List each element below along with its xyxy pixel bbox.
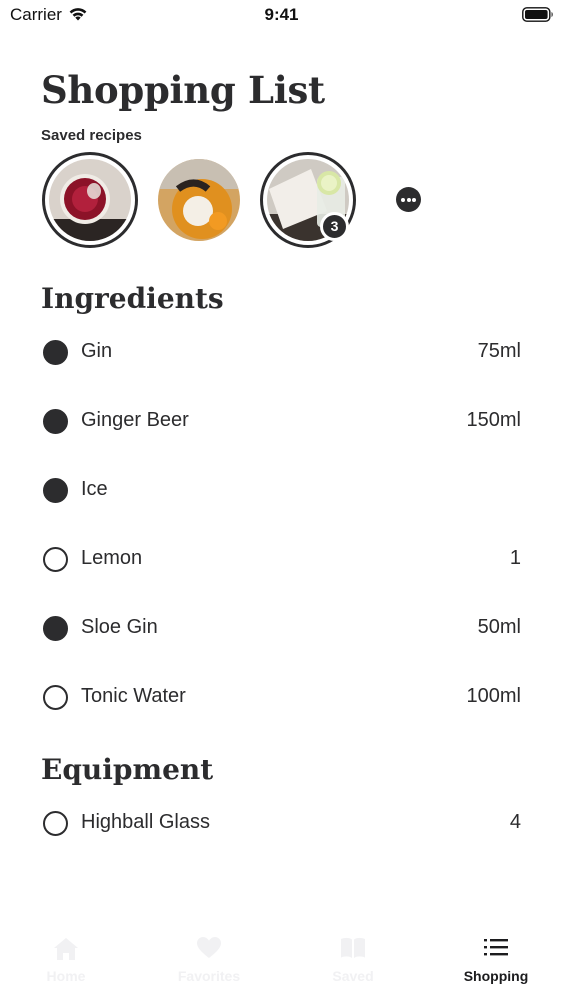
saved-recipes-label: Saved recipes [41,127,142,144]
ingredient-quantity: 50ml [477,616,521,638]
tab-label: Favorites [177,968,241,984]
battery-icon [522,7,554,27]
saved-recipes-row: 3 [0,152,563,248]
tab-shopping[interactable]: Shopping [426,926,563,1000]
ingredient-quantity: 1 [509,547,521,569]
book-icon [283,936,423,962]
checkbox-checked-icon[interactable] [43,340,68,365]
ellipsis-icon [401,198,405,202]
equipment-quantity: 4 [509,811,521,833]
heart-icon [139,936,279,962]
checkbox-checked-icon[interactable] [43,478,68,503]
tab-saved[interactable]: Saved [283,926,423,1000]
more-recipes-button[interactable] [396,187,421,212]
equipment-name: Highball Glass [81,811,210,833]
ingredient-name: Lemon [81,547,143,569]
ingredients-heading: Ingredients [41,282,224,315]
tab-bar: Home Favorites Saved Shopping [0,926,563,1000]
ingredient-name: Ginger Beer [81,409,189,431]
tab-label: Shopping [463,968,529,984]
checkbox-checked-icon[interactable] [43,409,68,434]
ingredient-row-ice[interactable]: Ice [0,470,563,510]
list-icon [426,936,563,962]
ingredient-name: Tonic Water [81,685,186,707]
ingredient-quantity: 150ml [466,409,521,431]
checkbox-checked-icon[interactable] [43,616,68,641]
ingredient-row-sloe-gin[interactable]: Sloe Gin 50ml [0,608,563,648]
status-time: 9:41 [264,5,299,24]
checkbox-unchecked-icon[interactable] [43,685,68,710]
recipe-thumbnail-orange-drink[interactable] [151,152,247,248]
page-title: Shopping List [41,68,325,112]
equipment-row-highball-glass[interactable]: Highball Glass 4 [0,803,563,843]
tab-home[interactable]: Home [0,926,136,1000]
recipe-thumbnail-tonic-drink[interactable]: 3 [260,152,356,248]
ingredient-row-lemon[interactable]: Lemon 1 [0,539,563,579]
tab-favorites[interactable]: Favorites [139,926,279,1000]
equipment-heading: Equipment [41,753,214,786]
checkbox-unchecked-icon[interactable] [43,811,68,836]
recipe-count-badge: 3 [320,212,349,241]
tab-label: Home [46,968,86,984]
ingredient-row-gin[interactable]: Gin 75ml [0,332,563,372]
ingredient-name: Sloe Gin [81,616,158,638]
status-bar: Carrier 9:41 [0,0,563,30]
ingredient-name: Ice [81,478,108,500]
checkbox-unchecked-icon[interactable] [43,547,68,572]
ingredient-row-tonic-water[interactable]: Tonic Water 100ml [0,677,563,717]
ingredient-row-ginger-beer[interactable]: Ginger Beer 150ml [0,401,563,441]
recipe-thumbnail-red-drink[interactable] [42,152,138,248]
tab-label: Saved [332,968,374,984]
ingredient-name: Gin [81,340,113,362]
ingredient-quantity: 75ml [477,340,521,362]
home-icon [0,936,136,962]
ingredient-quantity: 100ml [466,685,521,707]
